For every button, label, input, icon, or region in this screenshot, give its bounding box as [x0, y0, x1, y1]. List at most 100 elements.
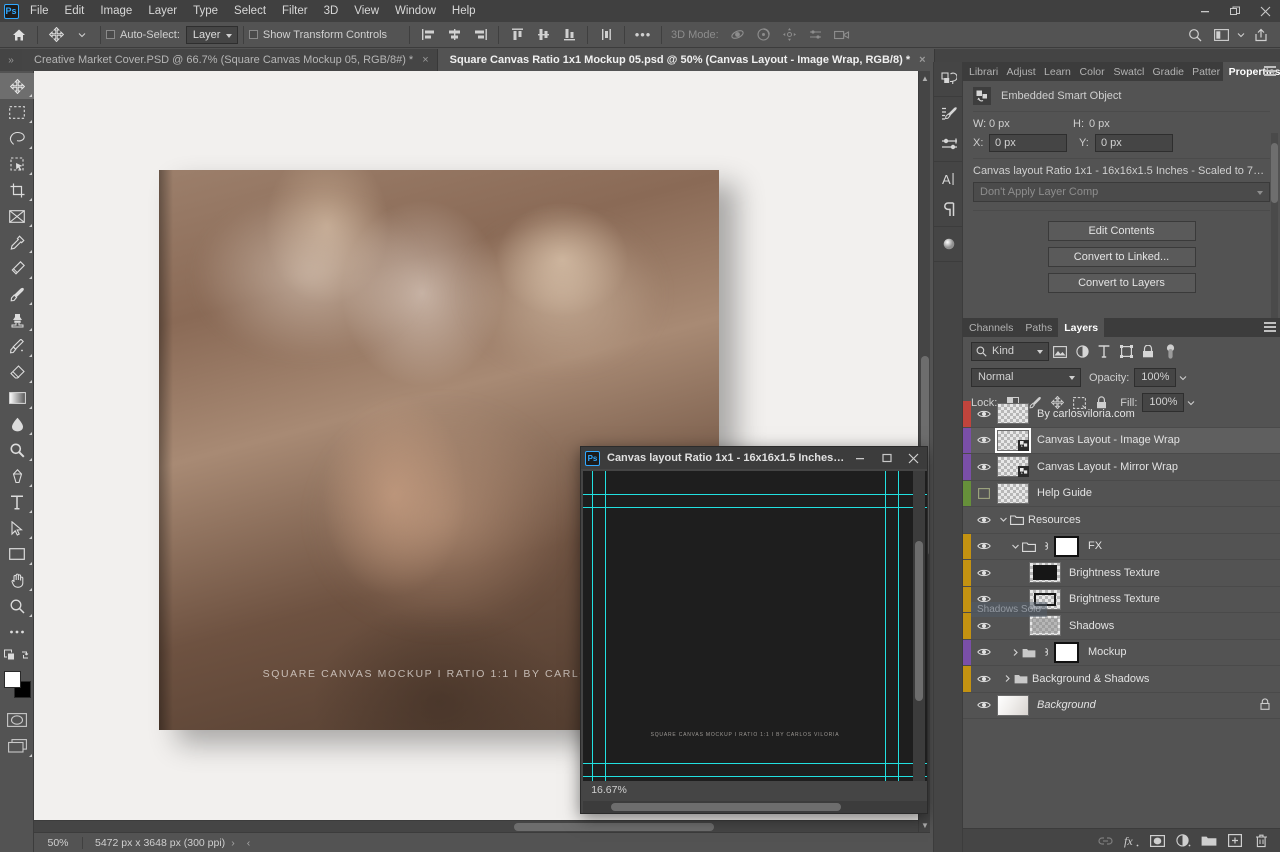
color-swatches[interactable] — [0, 669, 34, 703]
layer-row-help-guide[interactable]: Help Guide — [963, 480, 1280, 507]
lock-icon[interactable] — [1260, 698, 1270, 713]
auto-select-checkbox[interactable] — [106, 30, 115, 39]
menu-filter[interactable]: Filter — [274, 0, 316, 22]
panel-menu-icon[interactable] — [1264, 66, 1276, 78]
horizontal-type-tool[interactable] — [0, 489, 34, 515]
menu-edit[interactable]: Edit — [57, 0, 93, 22]
layer-name[interactable]: Canvas Layout - Mirror Wrap — [1037, 461, 1280, 473]
adjustments-icon[interactable] — [934, 99, 964, 129]
layer-color-tag[interactable] — [963, 454, 971, 480]
visibility-toggle-icon[interactable] — [971, 507, 997, 533]
layer-color-tag[interactable] — [963, 560, 971, 586]
tab-swatches[interactable]: Swatcl — [1107, 62, 1146, 81]
history-brush-tool[interactable] — [0, 333, 34, 359]
clone-stamp-tool[interactable] — [0, 307, 34, 333]
scrollbar-thumb[interactable] — [915, 541, 923, 701]
eyedropper-tool[interactable] — [0, 229, 34, 255]
align-horizontal-centers-icon[interactable] — [441, 22, 467, 48]
group-expand-chevron-icon[interactable] — [1009, 542, 1021, 551]
layer-thumbnail[interactable] — [995, 427, 1031, 453]
tab-adjustments[interactable]: Adjust — [1001, 62, 1039, 81]
layer-thumbnail[interactable] — [997, 456, 1029, 478]
orbit-3d-icon[interactable] — [725, 22, 751, 48]
path-selection-tool[interactable] — [0, 515, 34, 541]
filter-toggle-icon[interactable] — [1159, 342, 1181, 361]
scrollbar-thumb[interactable] — [1271, 143, 1278, 203]
canvas-horizontal-scrollbar[interactable] — [34, 820, 918, 832]
layer-color-tag[interactable] — [963, 693, 971, 719]
default-colors-icon[interactable] — [0, 645, 34, 665]
layer-row-mockup-group[interactable]: Mockup — [963, 639, 1280, 666]
x-input[interactable]: 0 px — [989, 134, 1067, 152]
layer-color-tag[interactable] — [963, 507, 971, 533]
more-options-icon[interactable]: ••• — [630, 22, 656, 48]
layer-color-tag[interactable] — [963, 639, 971, 665]
align-bottom-edges-icon[interactable] — [556, 22, 582, 48]
distribute-spacing-icon[interactable] — [593, 22, 619, 48]
document-tab-square-canvas-mockup[interactable]: Square Canvas Ratio 1x1 Mockup 05.psd @ … — [437, 49, 935, 71]
align-right-edges-icon[interactable] — [467, 22, 493, 48]
align-top-edges-icon[interactable] — [504, 22, 530, 48]
screen-mode-icon[interactable] — [0, 733, 34, 759]
styles-icon[interactable] — [934, 129, 964, 159]
menu-3d[interactable]: 3D — [316, 0, 347, 22]
menu-view[interactable]: View — [346, 0, 387, 22]
layer-name[interactable]: Canvas Layout - Image Wrap — [1037, 434, 1280, 446]
menu-image[interactable]: Image — [92, 0, 140, 22]
visibility-toggle-icon[interactable] — [971, 401, 997, 427]
workspace-chevron-icon[interactable] — [1234, 22, 1248, 48]
layer-thumbnail[interactable] — [997, 694, 1029, 716]
character-icon[interactable]: A — [934, 164, 964, 194]
zoom-level[interactable]: 50% — [34, 837, 82, 849]
close-button[interactable] — [900, 447, 927, 469]
close-icon[interactable]: × — [422, 54, 428, 66]
layer-color-tag[interactable] — [963, 480, 971, 506]
hand-tool[interactable] — [0, 567, 34, 593]
visibility-toggle-icon[interactable] — [971, 666, 997, 692]
layer-mask-thumbnail[interactable] — [1054, 535, 1079, 557]
layer-color-tag[interactable] — [963, 533, 971, 559]
scroll-up-icon[interactable]: ▲ — [919, 71, 930, 85]
y-input[interactable]: 0 px — [1095, 134, 1173, 152]
delete-layer-icon[interactable] — [1248, 829, 1274, 852]
layer-color-tag[interactable] — [963, 427, 971, 453]
pan-3d-icon[interactable] — [777, 22, 803, 48]
layer-color-tag[interactable] — [963, 586, 971, 612]
filter-kind-dropdown[interactable]: Kind — [971, 342, 1049, 361]
layer-row-brightness-texture-1[interactable]: Brightness Texture — [963, 560, 1280, 587]
menu-type[interactable]: Type — [185, 0, 226, 22]
tab-scroll-icon[interactable]: » — [0, 49, 22, 71]
align-vertical-centers-icon[interactable] — [530, 22, 556, 48]
layer-style-icon[interactable]: fx — [1118, 829, 1144, 852]
status-expand-icon[interactable]: › — [225, 837, 241, 849]
minimize-button[interactable] — [846, 447, 873, 469]
visibility-toggle-icon[interactable] — [971, 560, 997, 586]
brush-tool[interactable] — [0, 281, 34, 307]
close-icon[interactable]: × — [919, 54, 925, 66]
history-icon[interactable] — [934, 64, 964, 94]
tab-color[interactable]: Color — [1074, 62, 1108, 81]
opacity-stepper-icon[interactable] — [1176, 368, 1190, 387]
tab-layers[interactable]: Layers — [1058, 318, 1105, 337]
layer-mask-icon[interactable] — [1144, 829, 1170, 852]
layer-name[interactable]: Help Guide — [1037, 487, 1280, 499]
menu-file[interactable]: File — [22, 0, 57, 22]
visibility-toggle-icon[interactable] — [971, 428, 997, 454]
layer-thumbnail[interactable] — [1029, 615, 1061, 637]
align-left-edges-icon[interactable] — [415, 22, 441, 48]
lasso-tool[interactable] — [0, 125, 34, 151]
layer-name[interactable]: FX — [1088, 540, 1280, 552]
paragraph-icon[interactable] — [934, 194, 964, 224]
menu-window[interactable]: Window — [387, 0, 444, 22]
share-icon[interactable] — [1248, 22, 1274, 48]
scrollbar-thumb[interactable] — [611, 803, 841, 811]
floating-vertical-scrollbar[interactable] — [913, 471, 925, 789]
floating-zoom-level[interactable]: 16.67% — [583, 784, 635, 796]
layer-name[interactable]: Resources — [1028, 514, 1280, 526]
panel-menu-icon[interactable] — [1264, 322, 1276, 334]
scroll-down-icon[interactable]: ▼ — [919, 818, 930, 832]
visibility-toggle-icon[interactable] — [971, 454, 997, 480]
auto-select-target-dropdown[interactable]: Layer — [185, 25, 238, 44]
home-icon[interactable] — [6, 22, 32, 48]
layer-row-resources-group[interactable]: Resources — [963, 507, 1280, 534]
